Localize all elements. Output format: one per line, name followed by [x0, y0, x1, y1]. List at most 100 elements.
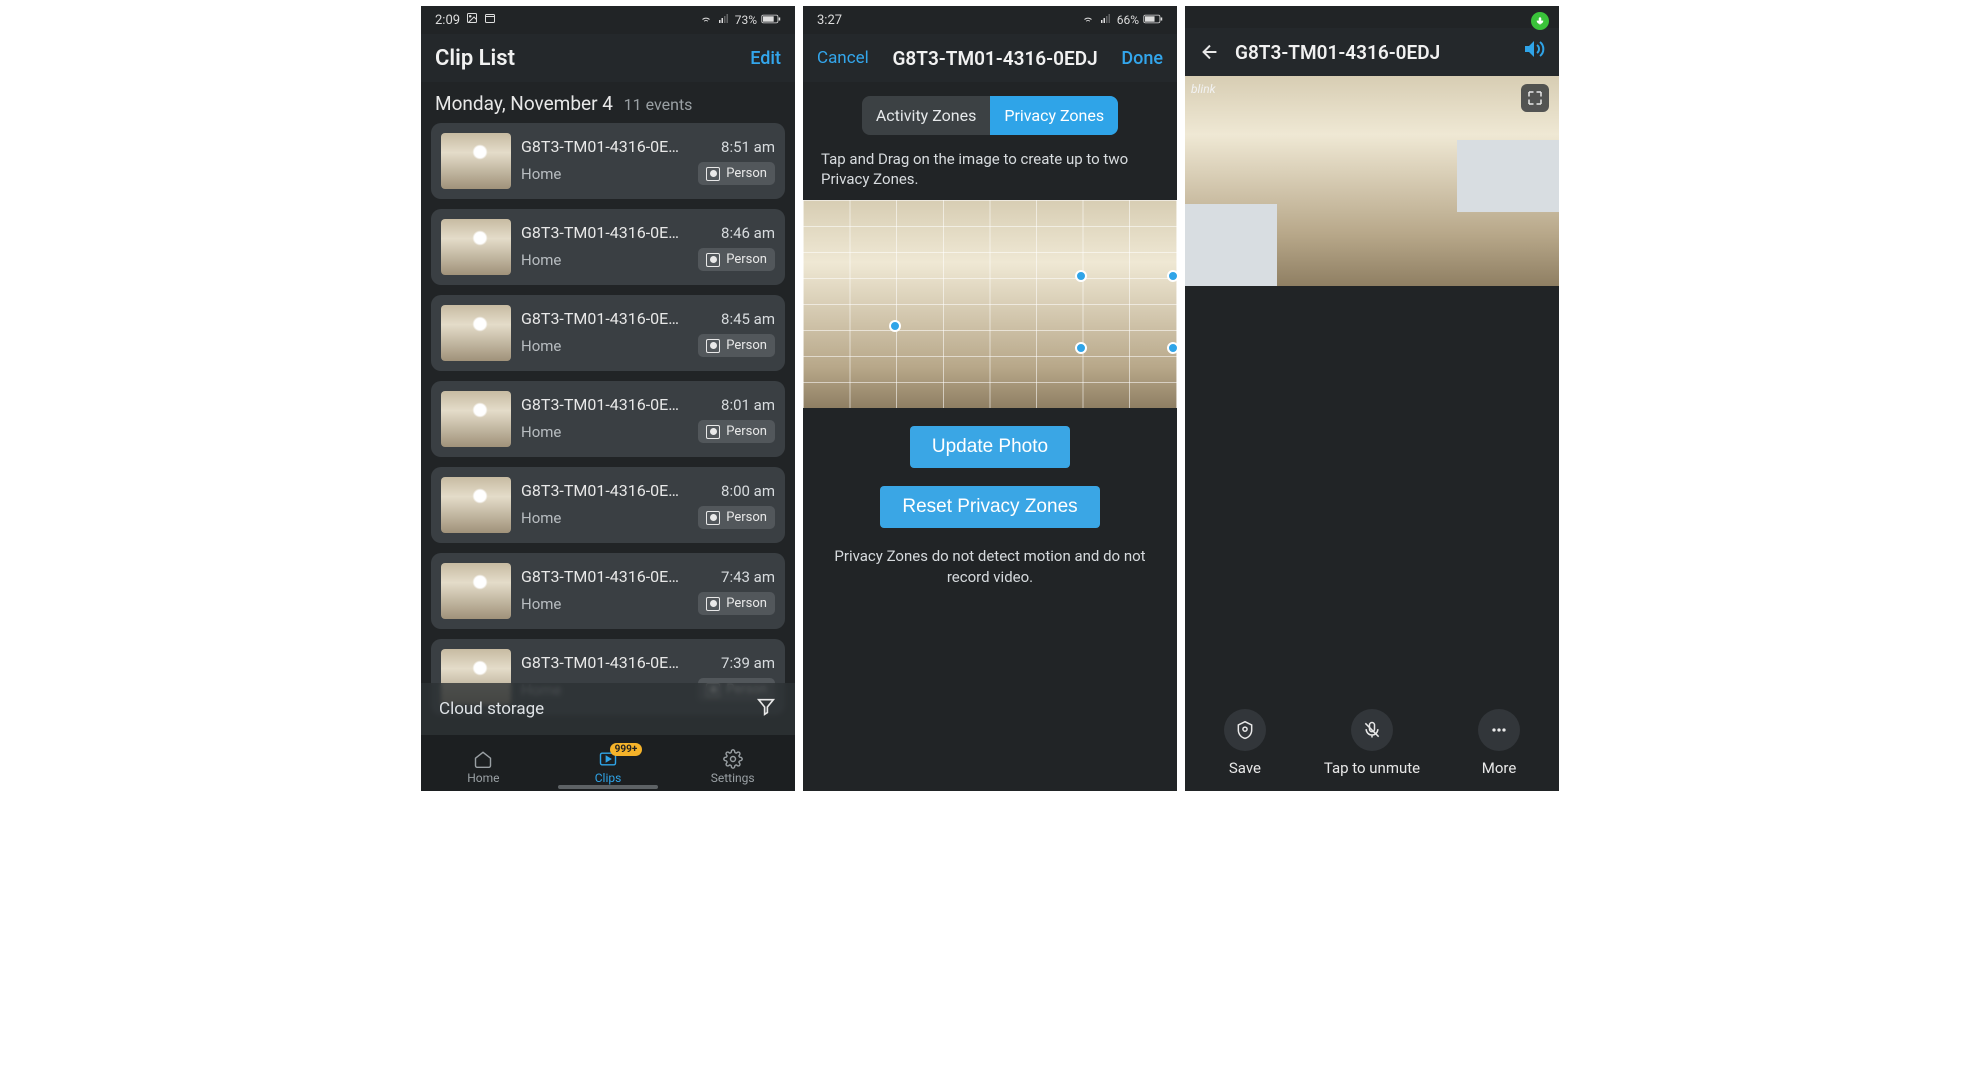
zone2-handle-tr[interactable] [1167, 270, 1177, 282]
tab-bar: Home 999+ Clips Settings [421, 735, 795, 791]
tab-settings-label: Settings [711, 771, 755, 785]
zone2-handle-br[interactable] [1167, 342, 1177, 354]
page-title: Clip List [435, 46, 750, 71]
screen-privacy-zones: 3:27 66% Cancel G8T3-TM01-4316-0EDJ Done… [803, 6, 1177, 791]
person-badge: Person [698, 506, 775, 529]
status-bar: 2:09 73% [421, 6, 795, 34]
header: Clip List Edit [421, 34, 795, 82]
gear-icon [722, 749, 744, 769]
person-icon [706, 339, 720, 353]
reset-privacy-zones-button[interactable]: Reset Privacy Zones [880, 486, 1099, 528]
clip-body: G8T3-TM01-4316-0E… 7:43 am Home Person [521, 567, 775, 615]
clip-location: Home [521, 509, 690, 527]
clip-location: Home [521, 595, 690, 613]
zone-segment: Activity Zones Privacy Zones [862, 96, 1118, 135]
event-count: 11 events [624, 95, 693, 114]
clip-name: G8T3-TM01-4316-0E… [521, 223, 713, 242]
clip-name: G8T3-TM01-4316-0E… [521, 653, 713, 672]
tab-clips-label: Clips [595, 771, 622, 785]
screen-clip-list: 2:09 73% Clip List Edit Monday, Novemb [421, 6, 795, 791]
filter-icon[interactable] [755, 696, 777, 723]
done-button[interactable]: Done [1121, 48, 1163, 69]
clip-name: G8T3-TM01-4316-0E… [521, 567, 713, 586]
status-time: 3:27 [817, 13, 842, 28]
clip-thumbnail [441, 133, 511, 189]
clip-name: G8T3-TM01-4316-0E… [521, 395, 713, 414]
instruction-text: Tap and Drag on the image to create up t… [803, 135, 1177, 200]
clip-name: G8T3-TM01-4316-0E… [521, 137, 713, 156]
zone2-handle-bl[interactable] [1075, 342, 1087, 354]
clip-location: Home [521, 165, 690, 183]
clips-badge: 999+ [610, 743, 643, 756]
person-icon [706, 425, 720, 439]
person-icon [706, 511, 720, 525]
tool-row: Save Tap to unmute More [1185, 695, 1559, 791]
clip-scroll[interactable]: G8T3-TM01-4316-0E… 8:51 am Home Person G… [421, 123, 795, 735]
device-title: G8T3-TM01-4316-0EDJ [1221, 41, 1521, 64]
clip-item[interactable]: G8T3-TM01-4316-0E… 7:43 am Home Person [431, 553, 785, 629]
screen-live-view: G8T3-TM01-4316-0EDJ blink Save Tap to un… [1185, 6, 1559, 791]
speaker-button[interactable] [1521, 37, 1545, 67]
clip-thumbnail [441, 563, 511, 619]
unmute-button[interactable]: Tap to unmute [1324, 709, 1420, 777]
battery-icon [761, 13, 781, 28]
clip-body: G8T3-TM01-4316-0E… 8:51 am Home Person [521, 137, 775, 185]
clip-thumbnail [441, 219, 511, 275]
privacy-mask-left [1185, 204, 1277, 286]
clip-item[interactable]: G8T3-TM01-4316-0E… 8:46 am Home Person [431, 209, 785, 285]
update-photo-button[interactable]: Update Photo [910, 426, 1070, 468]
person-badge: Person [698, 248, 775, 271]
cloud-label: Cloud storage [439, 699, 544, 719]
zone-image-editor[interactable] [803, 200, 1177, 408]
battery-icon [1143, 13, 1163, 28]
cancel-button[interactable]: Cancel [817, 48, 869, 68]
tab-settings[interactable]: Settings [670, 749, 795, 785]
clip-item[interactable]: G8T3-TM01-4316-0E… 8:00 am Home Person [431, 467, 785, 543]
clip-thumbnail [441, 477, 511, 533]
header: G8T3-TM01-4316-0EDJ [1185, 28, 1559, 76]
clip-time: 8:45 am [721, 310, 775, 328]
clip-time: 7:43 am [721, 568, 775, 586]
clip-item[interactable]: G8T3-TM01-4316-0E… 8:45 am Home Person [431, 295, 785, 371]
battery-percent: 66% [1117, 13, 1139, 27]
status-bar [1185, 6, 1559, 28]
device-title: G8T3-TM01-4316-0EDJ [869, 47, 1122, 70]
grid-overlay [803, 200, 1177, 408]
image-icon [466, 12, 478, 28]
seg-activity-zones[interactable]: Activity Zones [862, 96, 990, 135]
more-icon [1478, 709, 1520, 751]
live-view-image[interactable]: blink [1185, 76, 1559, 286]
zone1-handle[interactable] [889, 320, 901, 332]
seg-privacy-zones[interactable]: Privacy Zones [990, 96, 1118, 135]
clip-item[interactable]: G8T3-TM01-4316-0E… 8:51 am Home Person [431, 123, 785, 199]
save-label: Save [1229, 759, 1261, 777]
clip-time: 8:00 am [721, 482, 775, 500]
cloud-storage-bar[interactable]: Cloud storage [421, 683, 795, 735]
person-badge: Person [698, 592, 775, 615]
person-badge: Person [698, 162, 775, 185]
clip-item[interactable]: G8T3-TM01-4316-0E… 8:01 am Home Person [431, 381, 785, 457]
edit-button[interactable]: Edit [750, 48, 781, 69]
blink-watermark: blink [1191, 82, 1216, 96]
more-button[interactable]: More [1478, 709, 1520, 777]
header: Cancel G8T3-TM01-4316-0EDJ Done [803, 34, 1177, 82]
back-button[interactable] [1199, 41, 1221, 63]
clip-location: Home [521, 251, 690, 269]
clip-body: G8T3-TM01-4316-0E… 8:45 am Home Person [521, 309, 775, 357]
clip-name: G8T3-TM01-4316-0E… [521, 481, 713, 500]
clip-time: 8:51 am [721, 138, 775, 156]
tab-home[interactable]: Home [421, 749, 546, 785]
tab-clips[interactable]: 999+ Clips [546, 749, 671, 785]
battery-percent: 73% [735, 13, 757, 27]
home-indicator [558, 785, 658, 789]
fullscreen-button[interactable] [1521, 84, 1549, 112]
save-button[interactable]: Save [1224, 709, 1266, 777]
unmute-label: Tap to unmute [1324, 759, 1420, 777]
signal-icon [1099, 13, 1113, 28]
person-badge: Person [698, 334, 775, 357]
clip-location: Home [521, 337, 690, 355]
status-bar: 3:27 66% [803, 6, 1177, 34]
more-label: More [1482, 759, 1517, 777]
clip-thumbnail [441, 391, 511, 447]
zone2-handle-tl[interactable] [1075, 270, 1087, 282]
